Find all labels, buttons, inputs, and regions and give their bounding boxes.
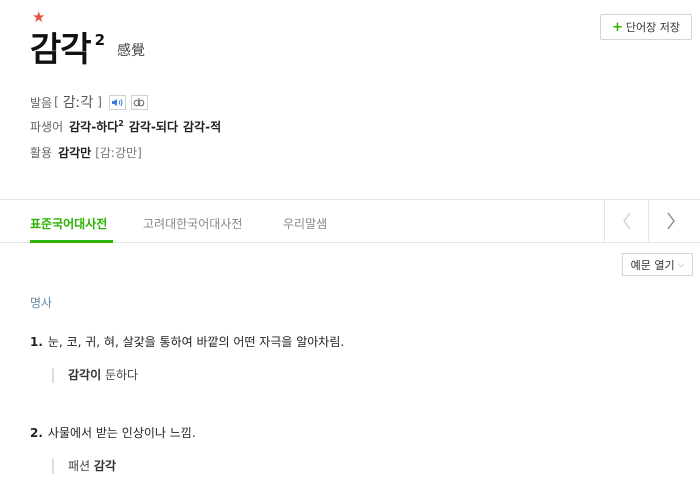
derivative-word-link[interactable]: 감각-적: [183, 118, 221, 135]
sense-text: 눈, 코, 귀, 혀, 살갗을 통하여 바깥의 어떤 자극을 알아차림.: [47, 335, 345, 349]
derivative-word-text: 감각-되다: [128, 120, 179, 134]
sense-example: 감각이 둔하다: [52, 368, 138, 383]
sense-text: 사물에서 받는 인상이나 느낌.: [47, 426, 196, 440]
sense-number: 1.: [30, 335, 43, 349]
open-examples-button[interactable]: 예문 열기 ⌵: [622, 253, 693, 276]
loop-icon[interactable]: [130, 94, 148, 110]
pronunciation-open-bracket: [: [54, 95, 59, 109]
save-to-wordbook-label: 단어장 저장: [625, 21, 680, 34]
hanja: 感覺: [117, 43, 145, 59]
example-headword: 감각이: [68, 368, 102, 382]
speaker-icon[interactable]: [108, 94, 126, 110]
plus-icon: +: [611, 19, 623, 35]
derivatives-label: 파생어: [30, 120, 64, 134]
homonym-number: 2: [94, 31, 105, 49]
usage-word: 감각만: [58, 146, 92, 160]
sense-number: 2.: [30, 426, 43, 440]
headword: 감각: [30, 30, 92, 70]
derivative-word-text: 감각-적: [183, 120, 222, 134]
tab-standard-dictionary[interactable]: 표준국어대사전: [30, 215, 107, 232]
usage-row: 활용 감각만 [감ː강만]: [30, 144, 142, 161]
sense-definition: 1. 눈, 코, 귀, 혀, 살갗을 통하여 바깥의 어떤 자극을 알아차림.: [30, 333, 344, 350]
usage-label: 활용: [30, 146, 53, 160]
derivative-word-text: 감각-하다: [69, 120, 119, 134]
sense-definition: 2. 사물에서 받는 인상이나 느낌.: [30, 424, 196, 441]
pronunciation-close-bracket: ]: [97, 95, 102, 109]
bookmark-star-icon[interactable]: ★: [32, 10, 45, 25]
sense-example: 패션 감각: [52, 459, 116, 474]
part-of-speech: 명사: [30, 296, 53, 310]
pronunciation-row: 발음 [ 감ː각 ]: [30, 92, 148, 112]
chevron-left-icon[interactable]: [604, 200, 648, 242]
derivative-word-link[interactable]: 감각-하다2: [69, 118, 124, 135]
example-headword: 감각: [93, 459, 116, 473]
open-examples-label: 예문 열기: [630, 258, 675, 272]
chevron-down-icon: ⌵: [677, 259, 685, 270]
example-pre: 패션: [68, 459, 94, 473]
derivative-word-link[interactable]: 감각-되다: [129, 118, 178, 135]
derivative-word-sup: 2: [118, 119, 124, 128]
tab-urimalsaem[interactable]: 우리말샘: [283, 215, 327, 232]
tab-korea-univ-dictionary[interactable]: 고려대한국어대사전: [143, 215, 242, 232]
active-tab-indicator: [30, 240, 113, 243]
headword-row: 감각 2 感覺: [30, 30, 145, 70]
derivatives-row: 파생어 감각-하다2 감각-되다 감각-적: [30, 118, 226, 135]
example-post: 둔하다: [101, 368, 139, 382]
pronunciation-label: 발음: [30, 95, 53, 110]
pronunciation-text: 감ː각: [62, 95, 94, 111]
dictionary-tabs: 표준국어대사전 고려대한국어대사전 우리말샘: [0, 199, 700, 243]
save-to-wordbook-button[interactable]: + 단어장 저장: [600, 14, 692, 40]
chevron-right-icon[interactable]: [648, 200, 692, 242]
usage-pronunciation: [감ː강만]: [95, 146, 142, 160]
